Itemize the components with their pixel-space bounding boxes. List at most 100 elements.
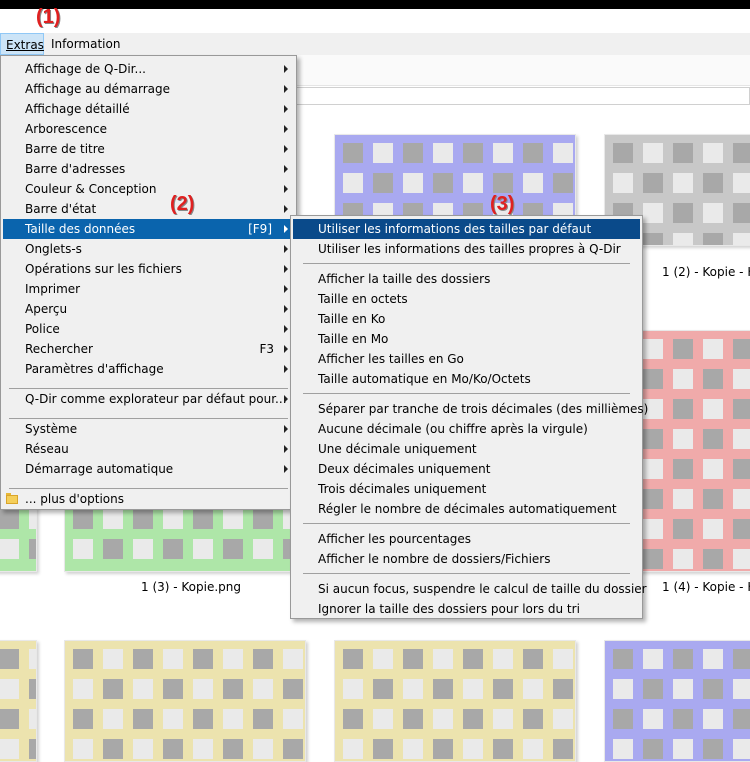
- menu-item-label: Imprimer: [25, 282, 81, 296]
- thumbnail-yellow-b1[interactable]: [64, 640, 306, 762]
- thumbnail-green-mid[interactable]: [64, 500, 306, 572]
- menu-item-label: Taille automatique en Mo/Ko/Octets: [318, 372, 531, 386]
- size-menu-item-17[interactable]: Ignorer la taille des dossiers pour lors…: [293, 599, 640, 619]
- submenu-arrow-icon: [284, 285, 288, 293]
- menu-separator: [303, 573, 630, 574]
- submenu-arrow-icon: [284, 365, 288, 373]
- extras-menu-item-19[interactable]: Démarrage automatique: [3, 459, 294, 479]
- size-menu-item-12[interactable]: Trois décimales uniquement: [293, 479, 640, 499]
- size-menu-item-6[interactable]: Afficher les tailles en Go: [293, 349, 640, 369]
- submenu-arrow-icon: [284, 395, 288, 403]
- menu-item-label: Ignorer la taille des dossiers pour lors…: [318, 602, 580, 616]
- thumbnail-blue-b3[interactable]: [604, 640, 750, 762]
- extras-menu: Affichage de Q-Dir... Affichage au démarr…: [0, 55, 297, 510]
- size-menu-item-10[interactable]: Une décimale uniquement: [293, 439, 640, 459]
- thumbnail-green-left[interactable]: [0, 500, 37, 572]
- menu-item-label: Utiliser les informations des tailles pr…: [318, 242, 621, 256]
- extras-menu-item-18[interactable]: Réseau: [3, 439, 294, 459]
- menu-extras-label: Extras: [6, 38, 44, 52]
- annotation-1: (1): [36, 6, 61, 28]
- menu-item-label: Taille en Mo: [318, 332, 389, 346]
- menu-item-label: Démarrage automatique: [25, 462, 174, 476]
- extras-menu-item-7[interactable]: Barre d'état: [3, 199, 294, 219]
- menu-item-label: Affichage de Q-Dir...: [25, 62, 146, 76]
- extras-menu-item-20[interactable]: ... plus d'options: [3, 489, 294, 509]
- menu-item-label: Police: [25, 322, 60, 336]
- extras-menu-item-13[interactable]: Police: [3, 319, 294, 339]
- menu-item-label: Afficher la taille des dossiers: [318, 272, 491, 286]
- menu-item-shortcut: F3: [259, 342, 274, 356]
- extras-menu-item-2[interactable]: Affichage détaillé: [3, 99, 294, 119]
- menu-information-label: Information: [51, 37, 121, 51]
- menu-bar: Extras Information: [0, 33, 750, 56]
- size-menu-item-4[interactable]: Taille en Ko: [293, 309, 640, 329]
- size-menu-item-9[interactable]: Aucune décimale (ou chiffre après la vir…: [293, 419, 640, 439]
- extras-menu-item-3[interactable]: Arborescence: [3, 119, 294, 139]
- submenu-arrow-icon: [284, 85, 288, 93]
- menu-separator: [9, 488, 288, 489]
- extras-menu-item-12[interactable]: Aperçu: [3, 299, 294, 319]
- thumbnail-yellow-bl[interactable]: [0, 640, 37, 762]
- menu-separator: [303, 393, 630, 394]
- size-menu-item-16[interactable]: Si aucun focus, suspendre le calcul de t…: [293, 579, 647, 599]
- annotation-2: (2): [170, 193, 195, 215]
- extras-menu-item-16[interactable]: Q-Dir comme explorateur par défaut pour.…: [3, 389, 294, 409]
- menu-item-label: Affichage au démarrage: [25, 82, 171, 96]
- file-caption-3[interactable]: 1 (4) - Kopie - Ko: [662, 580, 750, 594]
- menu-item-label: Opérations sur les fichiers: [25, 262, 182, 276]
- menu-item-shortcut: [F9]: [248, 222, 272, 236]
- extras-menu-item-5[interactable]: Barre d'adresses: [3, 159, 294, 179]
- menu-item-label: Rechercher: [25, 342, 93, 356]
- extras-menu-item-10[interactable]: Opérations sur les fichiers: [3, 259, 294, 279]
- size-menu-item-2[interactable]: Afficher la taille des dossiers: [293, 269, 640, 289]
- menu-item-label: Couleur & Conception: [25, 182, 157, 196]
- size-menu-item-0[interactable]: Utiliser les informations des tailles pa…: [293, 219, 640, 239]
- extras-menu-item-0[interactable]: Affichage de Q-Dir...: [3, 59, 294, 79]
- menu-separator: [303, 263, 630, 264]
- extras-menu-item-15[interactable]: Paramètres d'affichage: [3, 359, 294, 379]
- menu-item-label: Arborescence: [25, 122, 107, 136]
- extras-menu-item-1[interactable]: Affichage au démarrage: [3, 79, 294, 99]
- size-menu-item-7[interactable]: Taille automatique en Mo/Ko/Octets: [293, 369, 640, 389]
- extras-menu-item-9[interactable]: Onglets-s: [3, 239, 294, 259]
- menu-separator: [9, 418, 288, 419]
- size-menu-item-11[interactable]: Deux décimales uniquement: [293, 459, 640, 479]
- menu-item-label: Aucune décimale (ou chiffre après la vir…: [318, 422, 588, 436]
- extras-menu-item-6[interactable]: Couleur & Conception: [3, 179, 294, 199]
- submenu-arrow-icon: [284, 445, 288, 453]
- size-menu-item-15[interactable]: Afficher le nombre de dossiers/Fichiers: [293, 549, 640, 569]
- submenu-arrow-icon: [284, 225, 288, 233]
- size-menu-item-13[interactable]: Régler le nombre de décimales automatiqu…: [293, 499, 640, 519]
- extras-menu-item-14[interactable]: Rechercher F3: [3, 339, 294, 359]
- file-caption-2[interactable]: 1 (3) - Kopie.png: [141, 580, 241, 594]
- submenu-arrow-icon: [284, 165, 288, 173]
- menu-item-label: Afficher les pourcentages: [318, 532, 472, 546]
- size-menu-item-1[interactable]: Utiliser les informations des tailles pr…: [293, 239, 640, 259]
- file-caption-1[interactable]: 1 (2) - Kopie - Ko: [662, 265, 750, 279]
- menu-item-label: Q-Dir comme explorateur par défaut pour.…: [25, 392, 287, 406]
- address-bar[interactable]: [240, 87, 750, 105]
- menu-item-label: ... plus d'options: [25, 492, 124, 506]
- size-menu-item-14[interactable]: Afficher les pourcentages: [293, 529, 640, 549]
- menu-separator: [9, 388, 288, 389]
- submenu-arrow-icon: [284, 185, 288, 193]
- thumbnail-yellow-b2[interactable]: [334, 640, 576, 762]
- menu-information[interactable]: Information: [46, 33, 125, 55]
- submenu-arrow-icon: [284, 105, 288, 113]
- size-menu-item-3[interactable]: Taille en octets: [293, 289, 640, 309]
- submenu-arrow-icon: [284, 245, 288, 253]
- window-top-edge: [0, 0, 750, 9]
- size-menu-item-5[interactable]: Taille en Mo: [293, 329, 640, 349]
- menu-item-label: Taille des données: [25, 222, 136, 236]
- submenu-arrow-icon: [284, 65, 288, 73]
- extras-menu-item-11[interactable]: Imprimer: [3, 279, 294, 299]
- extras-menu-item-17[interactable]: Système: [3, 419, 294, 439]
- submenu-arrow-icon: [284, 145, 288, 153]
- menu-separator: [303, 523, 630, 524]
- extras-menu-item-8[interactable]: Taille des données [F9]: [3, 219, 294, 239]
- menu-item-label: Si aucun focus, suspendre le calcul de t…: [318, 582, 647, 596]
- extras-menu-item-4[interactable]: Barre de titre: [3, 139, 294, 159]
- menu-extras[interactable]: Extras: [0, 33, 44, 55]
- menu-item-label: Aperçu: [25, 302, 68, 316]
- size-menu-item-8[interactable]: Séparer par tranche de trois décimales (…: [293, 399, 648, 419]
